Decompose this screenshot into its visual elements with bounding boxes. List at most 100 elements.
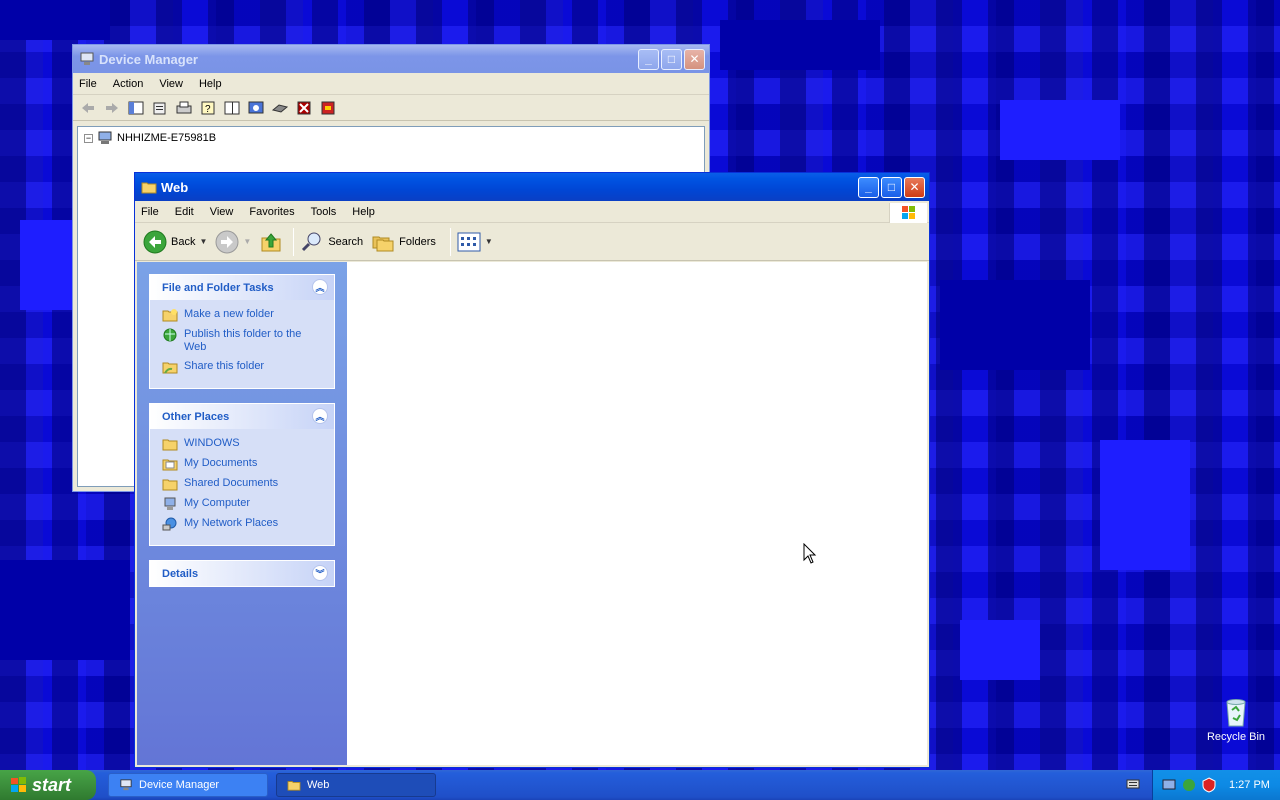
- standard-toolbar: Back ▼ ▼ Search Folders ▼: [135, 223, 929, 261]
- desktop-pattern: [1000, 100, 1120, 160]
- task-pane: File and Folder Tasks ︽ Make a new folde…: [137, 262, 347, 765]
- start-button[interactable]: start: [0, 770, 96, 800]
- search-icon: [302, 232, 321, 251]
- update-tray-icon[interactable]: [1181, 777, 1197, 793]
- disable-device-icon[interactable]: [295, 100, 313, 116]
- web-window[interactable]: Web _ □ ✕ File Edit View Favorites Tools…: [134, 172, 930, 768]
- desktop-pattern: [20, 220, 80, 310]
- windows-logo: [889, 203, 927, 223]
- network-tray-icon[interactable]: [1161, 777, 1177, 793]
- details-panel: Details ︾: [149, 560, 335, 587]
- place-network-places-link[interactable]: My Network Places: [162, 517, 324, 531]
- collapse-chevron-icon[interactable]: ︽: [312, 408, 328, 424]
- uninstall-device-icon[interactable]: [319, 100, 337, 116]
- place-windows-link[interactable]: WINDOWS: [162, 437, 324, 451]
- place-my-documents-link[interactable]: My Documents: [162, 457, 324, 471]
- recycle-bin-icon: [1226, 699, 1246, 727]
- computer-icon: [164, 497, 176, 510]
- folders-button[interactable]: Folders: [371, 230, 436, 254]
- device-manager-titlebar[interactable]: Device Manager _ □ ✕: [73, 45, 709, 73]
- back-button[interactable]: Back ▼: [143, 230, 207, 254]
- menu-file[interactable]: File: [141, 206, 159, 218]
- views-button[interactable]: ▼: [457, 232, 493, 252]
- dropdown-arrow-icon[interactable]: ▼: [485, 237, 493, 246]
- toolbar-separator: [293, 227, 295, 256]
- menu-help[interactable]: Help: [352, 206, 375, 218]
- close-button[interactable]: ✕: [904, 176, 925, 198]
- close-button[interactable]: ✕: [684, 48, 705, 70]
- keyboard-icon[interactable]: [1126, 778, 1140, 790]
- computer-icon: [80, 52, 94, 65]
- taskbar-item-device-manager[interactable]: Device Manager: [108, 773, 268, 797]
- computer-icon: [120, 779, 132, 791]
- collapse-chevron-icon[interactable]: ︽: [312, 279, 328, 295]
- search-button[interactable]: Search: [300, 230, 363, 254]
- maximize-button[interactable]: □: [661, 48, 682, 70]
- up-folder-icon[interactable]: [259, 230, 283, 254]
- menu-bar: File Action View Help: [73, 73, 709, 95]
- panel-title: Details: [162, 567, 199, 580]
- menu-edit[interactable]: Edit: [175, 206, 194, 218]
- panel-header[interactable]: File and Folder Tasks ︽: [150, 275, 334, 300]
- scan-hardware-icon[interactable]: [247, 100, 265, 116]
- recycle-bin[interactable]: Recycle Bin: [1204, 696, 1268, 743]
- menu-bar: File Edit View Favorites Tools Help: [135, 201, 929, 223]
- console-tree-icon[interactable]: [127, 100, 145, 116]
- forward-arrow-icon[interactable]: [103, 100, 121, 116]
- documents-icon: [162, 459, 178, 471]
- minimize-button[interactable]: _: [858, 176, 879, 198]
- menu-tools[interactable]: Tools: [311, 206, 337, 218]
- windows-flag-icon: [11, 777, 26, 792]
- folder-icon: [162, 479, 178, 491]
- properties-icon[interactable]: [151, 100, 169, 116]
- expand-chevron-icon[interactable]: ︾: [312, 565, 328, 581]
- link-label: My Computer: [184, 497, 251, 509]
- print-icon[interactable]: [175, 100, 193, 116]
- web-titlebar[interactable]: Web _ □ ✕: [135, 173, 929, 201]
- taskbar: start Device Manager Web 1:27 PM: [0, 770, 1280, 800]
- menu-view[interactable]: View: [159, 78, 183, 90]
- task-label: Device Manager: [139, 779, 220, 791]
- link-label: Shared Documents: [184, 477, 279, 489]
- clock[interactable]: 1:27 PM: [1229, 779, 1270, 791]
- tree-expander[interactable]: −: [84, 133, 93, 143]
- explorer-body: File and Folder Tasks ︽ Make a new folde…: [137, 262, 927, 765]
- link-label: My Network Places: [184, 517, 279, 529]
- place-my-computer-link[interactable]: My Computer: [162, 497, 324, 511]
- place-shared-documents-link[interactable]: Shared Documents: [162, 477, 324, 491]
- publish-folder-link[interactable]: Publish this folder to the Web: [162, 328, 324, 354]
- dropdown-arrow-icon[interactable]: ▼: [243, 237, 251, 246]
- link-label: Publish this folder to the Web: [184, 328, 302, 353]
- forward-button[interactable]: ▼: [215, 230, 251, 254]
- network-icon: [162, 517, 177, 531]
- menu-view[interactable]: View: [210, 206, 234, 218]
- panel-title: Other Places: [162, 410, 230, 423]
- maximize-button[interactable]: □: [881, 176, 902, 198]
- menu-help[interactable]: Help: [199, 78, 222, 90]
- share-folder-link[interactable]: Share this folder: [162, 360, 324, 374]
- panel-header[interactable]: Other Places ︽: [150, 404, 334, 429]
- dropdown-arrow-icon[interactable]: ▼: [199, 237, 207, 246]
- panel-header[interactable]: Details ︾: [150, 561, 334, 586]
- window-title: Device Manager: [99, 51, 198, 67]
- menu-file[interactable]: File: [79, 78, 97, 90]
- help-icon[interactable]: ?: [199, 100, 217, 116]
- taskbar-item-web[interactable]: Web: [276, 773, 436, 797]
- share-folder-icon: [162, 362, 178, 374]
- file-list-area[interactable]: [347, 262, 927, 765]
- menu-favorites[interactable]: Favorites: [249, 206, 294, 218]
- make-new-folder-link[interactable]: Make a new folder: [162, 308, 324, 322]
- other-places-panel: Other Places ︽ WINDOWS My Documents Shar…: [149, 403, 335, 546]
- menu-action[interactable]: Action: [113, 78, 144, 90]
- show-hide-icon[interactable]: [223, 100, 241, 116]
- desktop-pattern: [940, 280, 1090, 370]
- update-driver-icon[interactable]: [271, 100, 289, 116]
- security-shield-icon[interactable]: [1201, 777, 1217, 793]
- tree-root[interactable]: − NHHIZME-E75981B: [84, 131, 216, 145]
- forward-arrow-icon: [215, 230, 239, 253]
- minimize-button[interactable]: _: [638, 48, 659, 70]
- tree-root-label: NHHIZME-E75981B: [117, 132, 217, 144]
- back-arrow-icon[interactable]: [79, 100, 97, 116]
- toolbar-separator: [449, 227, 451, 256]
- new-folder-icon: [162, 309, 178, 322]
